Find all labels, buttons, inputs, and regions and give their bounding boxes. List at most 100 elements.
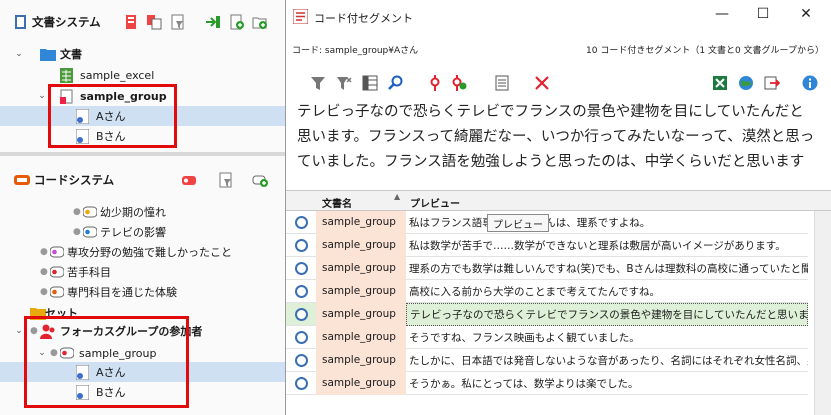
segments-toolbar [286, 70, 831, 96]
segments-grid: 文書名 ▲ プレビュー sample_group 私はフランス語専…………さんは… [286, 190, 831, 415]
collapse-arrow-icon[interactable]: ⌄ [14, 49, 24, 59]
table-row-selected[interactable]: sample_group テレビっ子なので恐らくテレビでフランスの景色や建物を目… [286, 302, 808, 326]
code-item-childhood-dream[interactable]: ● 幼少期の憧れ [0, 202, 285, 222]
cell-preview: テレビっ子なので恐らくテレビでフランスの景色や建物を目にしていたんだと思います。… [406, 302, 808, 326]
code-tag-icon [83, 206, 97, 218]
segment-preview-text[interactable]: テレビっ子なので恐らくテレビでフランスの景色や建物を目にしていたんだと思います。… [291, 98, 821, 188]
coded-segments-window: コード付セグメント — ☐ ✕ コード: sample_group¥Aさん 10… [285, 0, 831, 415]
segment-circle-icon[interactable] [295, 284, 308, 298]
maximize-button[interactable]: ☐ [743, 6, 783, 26]
left-panel: 文書システム ⌄ 文書 sample_excel ⌄ sample_group … [0, 0, 285, 415]
cell-preview: 私はフランス語専…………さんは、理系ですよね。 [406, 211, 808, 234]
spreadsheet-icon [60, 67, 73, 83]
minimize-button[interactable]: — [702, 6, 742, 26]
code-item-weak-subject[interactable]: ● 苦手科目 [0, 262, 285, 282]
delete-icon[interactable] [534, 75, 550, 91]
code-item-difficult-study[interactable]: ● 専攻分野の勉強で難しかったこと [0, 242, 285, 262]
panel-divider[interactable] [0, 152, 285, 156]
activate-icon[interactable] [427, 75, 443, 91]
tree-label: 専攻分野の勉強で難しかったこと [67, 246, 232, 259]
tree-item-sample-excel[interactable]: sample_excel [0, 65, 285, 85]
bullet-icon: ● [40, 287, 48, 297]
cell-document: sample_group [316, 348, 406, 372]
search-icon[interactable] [388, 75, 404, 91]
cell-document: sample_group [316, 302, 406, 326]
segment-circle-icon[interactable] [295, 353, 308, 367]
close-button[interactable]: ✕ [786, 6, 826, 26]
code-item-specialized-subject[interactable]: ● 専門科目を通じた体験 [0, 282, 285, 302]
cell-preview: 理系の方でも数学は難しいんですね(笑)でも、Bさんは理数科の高校に通っていたと聞 [409, 262, 808, 275]
sort-ascending-icon[interactable]: ▲ [394, 192, 400, 201]
new-folder-icon[interactable] [252, 14, 268, 30]
tree-label: テレビの影響 [100, 226, 166, 239]
grid-scrollbar[interactable] [814, 211, 831, 415]
code-system-title: コードシステム [34, 173, 115, 187]
highlight-box [24, 316, 189, 408]
cell-document: sample_group [316, 210, 406, 234]
segment-circle-icon[interactable] [295, 307, 308, 321]
table-row[interactable]: sample_group そうですね、フランス映画もよく観ていました。 [286, 325, 808, 349]
document-system-icon [15, 15, 26, 29]
info-bar: コード: sample_group¥Aさん 10 コード付きセグメント（1 文書… [286, 40, 831, 58]
table-row[interactable]: sample_group 理系の方でも数学は難しいんですね(笑)でも、Bさんは理… [286, 256, 808, 280]
table-row[interactable]: sample_group そうかぁ。私にとっては、数学よりは楽でした。 [286, 371, 808, 395]
cell-document: sample_group [316, 371, 406, 395]
excel-export-icon[interactable] [712, 75, 728, 91]
segment-circle-icon[interactable] [295, 261, 308, 275]
import-icon[interactable] [205, 14, 221, 30]
collapse-arrow-icon[interactable]: ⌄ [37, 91, 47, 101]
filter-icon[interactable] [218, 172, 234, 188]
cell-document: sample_group [316, 325, 406, 349]
cell-document: sample_group [316, 279, 406, 303]
document-list-icon[interactable] [494, 75, 510, 91]
web-export-icon[interactable] [738, 75, 754, 91]
documents-icon[interactable] [123, 14, 139, 30]
window-title: コード付セグメント [314, 12, 413, 25]
folder-icon [40, 49, 56, 61]
info-icon[interactable] [802, 75, 818, 91]
collapse-arrow-icon[interactable]: ⌄ [14, 326, 24, 336]
copy-documents-icon[interactable] [146, 14, 162, 30]
segment-circle-icon[interactable] [295, 376, 308, 390]
segment-circle-icon[interactable] [295, 238, 308, 252]
segment-circle-icon[interactable] [295, 215, 308, 229]
grid-header: 文書名 ▲ プレビュー [286, 191, 831, 211]
filter-icon[interactable] [310, 75, 326, 91]
bullet-icon: ● [73, 207, 81, 217]
highlight-box [48, 84, 177, 148]
code-item-tv-influence[interactable]: ● テレビの影響 [0, 222, 285, 242]
tree-item-documents[interactable]: ⌄ 文書 [0, 44, 285, 64]
column-header-document[interactable]: 文書名 [322, 195, 352, 210]
table-row[interactable]: sample_group たしかに、日本語では発音しないような音があったり、名詞… [286, 348, 808, 372]
segment-summary: 10 コード付きセグメント（1 文書と0 文書グループから） [586, 46, 824, 56]
code-tag-icon [50, 266, 64, 278]
bullet-icon: ● [40, 247, 48, 257]
columns-icon[interactable] [362, 75, 378, 91]
tree-label: sample_excel [80, 68, 155, 82]
app-icon [293, 9, 308, 24]
code-tag-icon [50, 246, 64, 258]
window-title-bar[interactable]: コード付セグメント — ☐ ✕ [286, 0, 831, 33]
segment-circle-icon[interactable] [295, 330, 308, 344]
tree-label: 専門科目を通じた体験 [67, 286, 177, 299]
activate-add-icon[interactable] [451, 75, 467, 91]
tree-label: 幼少期の憧れ [100, 206, 166, 219]
cell-preview: そうですね、フランス映画もよく観ていました。 [409, 331, 640, 344]
bullet-icon: ● [73, 227, 81, 237]
export-icon[interactable] [764, 75, 780, 91]
cell-document: sample_group [316, 233, 406, 257]
column-header-preview[interactable]: プレビュー [410, 195, 460, 210]
cell-preview: 私は数学が苦手で……数学ができないと理系は敷居が高いイメージがあります。 [409, 239, 786, 252]
cell-preview: そうかぁ。私にとっては、数学よりは楽でした。 [409, 377, 639, 390]
new-code-icon[interactable] [252, 172, 268, 188]
tree-label: 苦手科目 [67, 266, 111, 279]
table-row[interactable]: sample_group 私は数学が苦手で……数学ができないと理系は敷居が高いイ… [286, 233, 808, 257]
filter-icon[interactable] [170, 14, 186, 30]
new-document-icon[interactable] [229, 14, 245, 30]
table-row[interactable]: sample_group 高校に入る前から大学のことまで考えてたんですね。 [286, 279, 808, 303]
code-system-header: コードシステム [0, 165, 285, 195]
code-tag-icon [83, 226, 97, 238]
code-path: コード: sample_group¥Aさん [292, 46, 419, 56]
filter-remove-icon[interactable] [336, 75, 352, 91]
code-toolbar-icon[interactable] [181, 172, 197, 188]
